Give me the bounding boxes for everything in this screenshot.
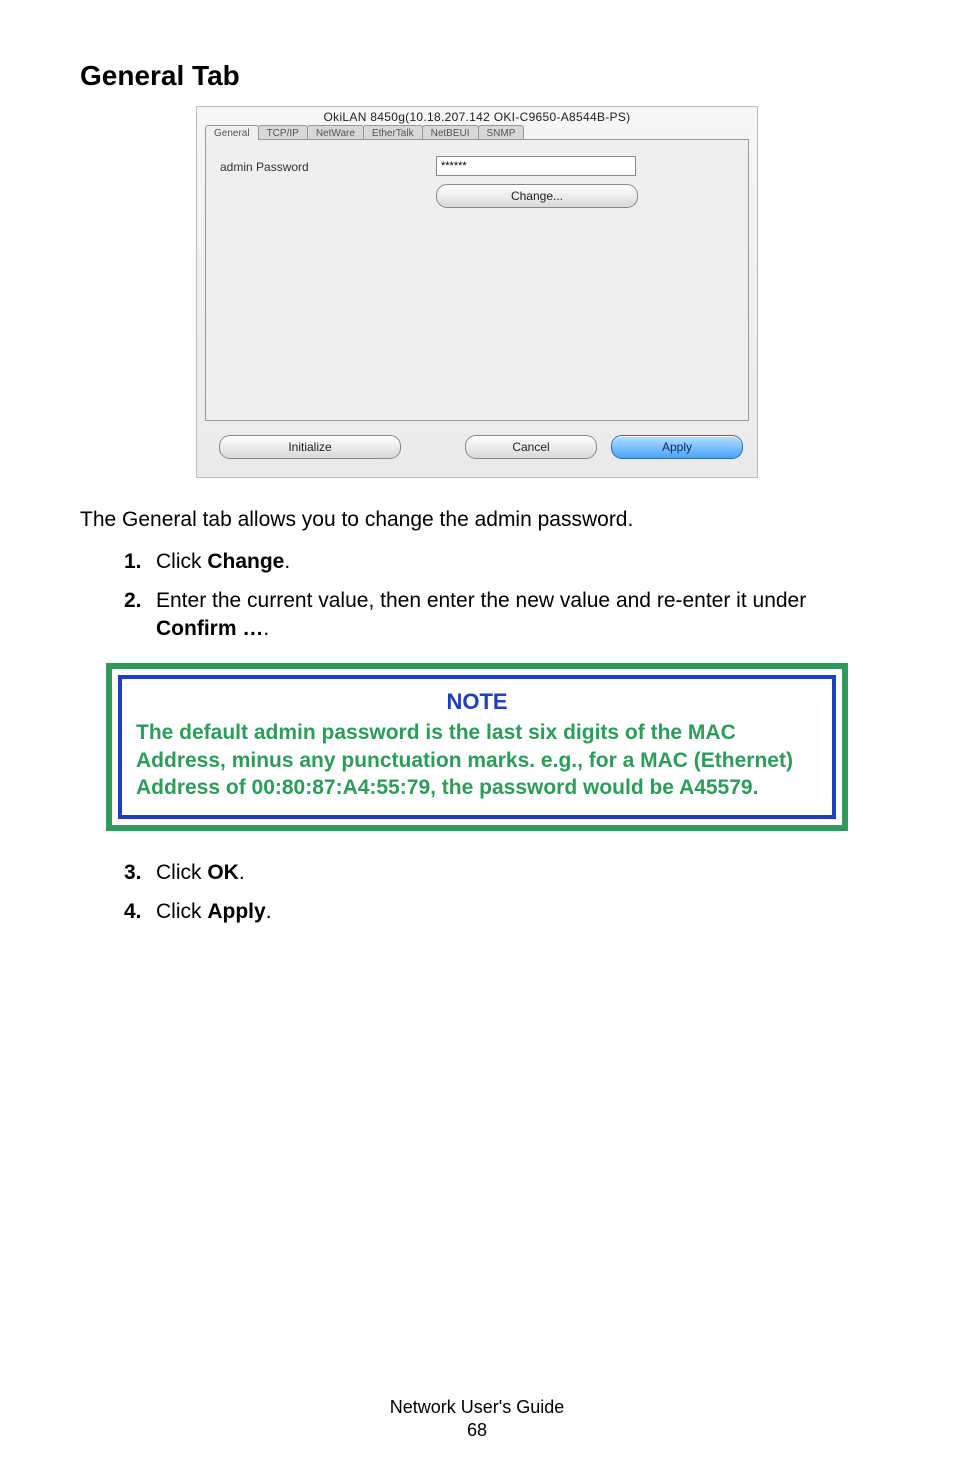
section-heading: General Tab <box>80 60 874 92</box>
step-text-bold: Confirm … <box>156 617 263 640</box>
step-text-post: . <box>263 617 269 640</box>
step-text-bold: Apply <box>207 900 265 923</box>
admin-password-field[interactable] <box>436 156 636 176</box>
step-text-pre: Click <box>156 900 207 923</box>
tab-netbeui[interactable]: NetBEUI <box>422 125 479 140</box>
step-text: Click Change. <box>156 548 290 576</box>
step-text-pre: Click <box>156 861 207 884</box>
window-title: OkiLAN 8450g(10.18.207.142 OKI-C9650-A85… <box>197 107 757 125</box>
cancel-button[interactable]: Cancel <box>465 435 597 459</box>
tab-general[interactable]: General <box>205 125 259 140</box>
step-text: Click Apply. <box>156 898 272 926</box>
note-callout-inner: NOTE The default admin password is the l… <box>118 675 836 819</box>
tab-bar: General TCP/IP NetWare EtherTalk NetBEUI… <box>197 125 757 140</box>
intro-text: The General tab allows you to change the… <box>80 506 874 534</box>
tab-netware[interactable]: NetWare <box>307 125 364 140</box>
note-title: NOTE <box>136 689 818 715</box>
steps-list-2: 3. Click OK. 4. Click Apply. <box>124 859 874 926</box>
step-text: Click OK. <box>156 859 245 887</box>
list-item: 1. Click Change. <box>124 548 874 576</box>
steps-list-1: 1. Click Change. 2. Enter the current va… <box>124 548 874 643</box>
step-text-pre: Click <box>156 550 207 573</box>
step-text: Enter the current value, then enter the … <box>156 587 874 644</box>
password-label: admin Password <box>220 160 309 174</box>
step-number: 3. <box>124 859 156 887</box>
footer-title: Network User's Guide <box>390 1397 565 1417</box>
change-button[interactable]: Change... <box>436 184 638 208</box>
dialog-button-row: Initialize Cancel Apply <box>197 429 757 477</box>
note-body: The default admin password is the last s… <box>136 719 818 801</box>
tab-snmp[interactable]: SNMP <box>478 125 525 140</box>
step-text-pre: Enter the current value, then enter the … <box>156 589 806 612</box>
step-number: 2. <box>124 587 156 644</box>
note-callout: NOTE The default admin password is the l… <box>106 663 848 831</box>
step-text-post: . <box>239 861 245 884</box>
list-item: 3. Click OK. <box>124 859 874 887</box>
step-number: 1. <box>124 548 156 576</box>
tab-tcpip[interactable]: TCP/IP <box>258 125 308 140</box>
footer-page-number: 68 <box>0 1420 954 1441</box>
step-text-post: . <box>284 550 290 573</box>
step-text-bold: Change <box>207 550 284 573</box>
tab-ethertalk[interactable]: EtherTalk <box>363 125 423 140</box>
initialize-button[interactable]: Initialize <box>219 435 401 459</box>
list-item: 2. Enter the current value, then enter t… <box>124 587 874 644</box>
step-number: 4. <box>124 898 156 926</box>
list-item: 4. Click Apply. <box>124 898 874 926</box>
page-footer: Network User's Guide 68 <box>0 1397 954 1441</box>
step-text-bold: OK <box>207 861 239 884</box>
screenshot-dialog: OkiLAN 8450g(10.18.207.142 OKI-C9650-A85… <box>196 106 758 478</box>
general-panel: admin Password Change... <box>205 139 749 421</box>
step-text-post: . <box>266 900 272 923</box>
apply-button[interactable]: Apply <box>611 435 743 459</box>
